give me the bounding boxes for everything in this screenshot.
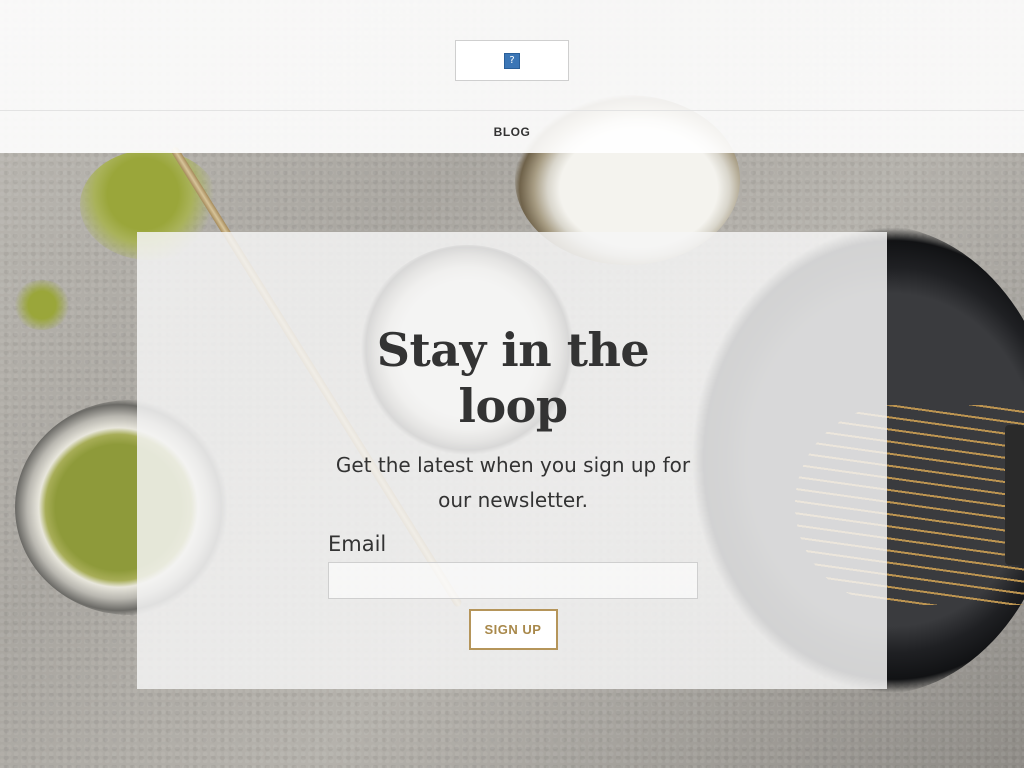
whisk-handle-band <box>1005 425 1024 565</box>
newsletter-form: Stay in the loop Get the latest when you… <box>328 322 698 650</box>
newsletter-subtitle: Get the latest when you sign up for our … <box>335 453 691 512</box>
main-navigation: BLOG <box>0 111 1024 153</box>
sign-up-button[interactable]: SIGN UP <box>468 609 558 650</box>
newsletter-title: Stay in the loop <box>376 323 650 433</box>
site-header: ? <box>0 0 1024 111</box>
newsletter-card: Stay in the loop Get the latest when you… <box>137 232 887 689</box>
page: ? BLOG Stay in the loop Get the latest w… <box>0 0 1024 768</box>
email-field[interactable] <box>328 562 698 599</box>
matcha-powder-small-pile <box>12 280 72 330</box>
nav-item-blog[interactable]: BLOG <box>494 125 531 139</box>
site-logo-link[interactable]: ? <box>455 40 569 81</box>
broken-image-icon: ? <box>504 52 520 69</box>
email-label: Email <box>328 532 387 556</box>
